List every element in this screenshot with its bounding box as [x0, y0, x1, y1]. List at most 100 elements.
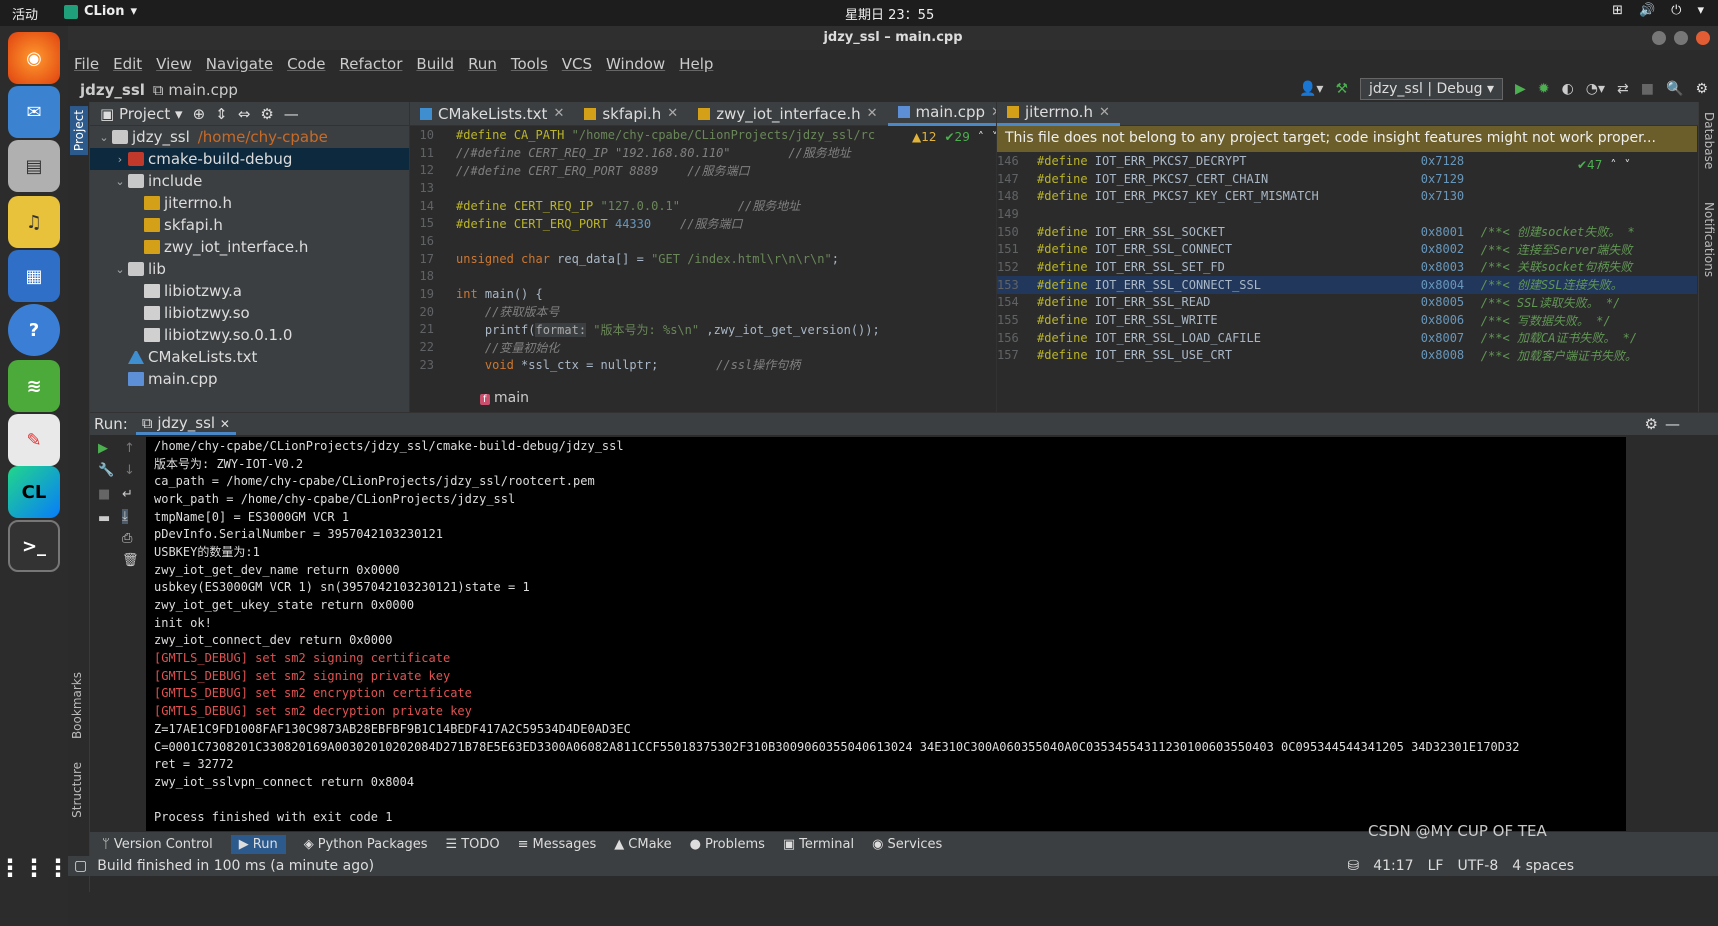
code-line[interactable]: 152 #define IOT_ERR_SSL_SET_FD 0x8003 /**< …: [997, 258, 1697, 276]
help-icon[interactable]: ?: [8, 304, 60, 356]
code-line[interactable]: 21 printf(format: "版本号为: %s\n" ,zwy_iot_…: [410, 321, 880, 339]
editor-tab[interactable]: skfapi.h ✕: [574, 102, 688, 126]
chevron-down-icon[interactable]: ▾: [1697, 3, 1704, 18]
editor-tab[interactable]: main.cpp✕: [887, 102, 1012, 126]
menu-run[interactable]: Run: [468, 55, 497, 73]
power-icon[interactable]: ⏻: [1671, 3, 1681, 18]
code-line[interactable]: 19 int main() {: [410, 285, 880, 303]
stop-icon[interactable]: ■: [98, 487, 110, 502]
bottom-tab-services[interactable]: ◉ Services: [872, 837, 942, 852]
structure-tool-tab[interactable]: Structure: [70, 762, 84, 818]
code-line[interactable]: 156 #define IOT_ERR_SSL_LOAD_CAFILE 0x8007…: [997, 329, 1697, 347]
tree-item[interactable]: zwy_iot_interface.h: [90, 236, 409, 258]
rerun-icon[interactable]: ▶: [98, 441, 108, 456]
code-line[interactable]: 11 //#define CERT_REQ_IP "192.168.80.110"…: [410, 144, 880, 162]
file-encoding[interactable]: UTF-8: [1457, 858, 1498, 874]
chevron-icon[interactable]: ›: [112, 153, 128, 166]
code-line[interactable]: 23 void *ssl_ctx = nullptr; //ssl操作句柄: [410, 356, 880, 374]
scroll-down-icon[interactable]: ↓: [124, 463, 135, 478]
code-line[interactable]: 150 #define IOT_ERR_SSL_SOCKET 0x8001 /**< …: [997, 223, 1697, 241]
show-apps-icon[interactable]: ⋮⋮⋮: [0, 842, 70, 894]
collapse-all-icon[interactable]: ⇔: [238, 105, 251, 123]
menu-tools[interactable]: Tools: [511, 55, 548, 73]
hide-icon[interactable]: —: [1665, 415, 1680, 433]
tree-item[interactable]: jiterrno.h: [90, 192, 409, 214]
menu-refactor[interactable]: Refactor: [339, 55, 402, 73]
database-tool-tab[interactable]: Database: [1702, 112, 1716, 169]
layout-icon[interactable]: ▢: [74, 858, 87, 874]
chevron-icon[interactable]: ⌄: [112, 263, 128, 276]
scanner-icon[interactable]: ≋: [8, 360, 60, 412]
volume-icon[interactable]: 🔊: [1639, 3, 1655, 18]
stop-icon[interactable]: ■: [1641, 81, 1654, 97]
gear-icon[interactable]: ⚙: [260, 105, 273, 123]
menu-code[interactable]: Code: [287, 55, 325, 73]
code-line[interactable]: 10 #define CA_PATH "/home/chy-cpabe/CLion…: [410, 126, 880, 144]
code-line[interactable]: 16: [410, 232, 880, 250]
close-icon[interactable]: ✕: [667, 106, 678, 121]
bottom-tab-run[interactable]: ▶ Run: [230, 834, 286, 854]
code-line[interactable]: 12 //#define CERT_ERQ_PORT 8889 //服务端口: [410, 161, 880, 179]
close-icon[interactable]: ✕: [1099, 105, 1110, 120]
bottom-tab-messages[interactable]: ≡ Messages: [518, 837, 597, 852]
chevron-up-icon[interactable]: ˄: [978, 130, 984, 144]
code-line[interactable]: 148 #define IOT_ERR_PKCS7_KEY_CERT_MISMAT…: [997, 187, 1697, 205]
trash-icon[interactable]: 🗑: [122, 553, 139, 568]
tree-item[interactable]: skfapi.h: [90, 214, 409, 236]
build-hammer-icon[interactable]: ⚒: [1335, 81, 1348, 97]
minimize-icon[interactable]: [1652, 31, 1666, 45]
gear-icon[interactable]: ⚙: [1695, 81, 1708, 97]
status-message[interactable]: Build finished in 100 ms (a minute ago): [97, 858, 374, 874]
search-icon[interactable]: 🔍: [1666, 81, 1683, 97]
code-line[interactable]: 22 //变量初始化: [410, 338, 880, 356]
nav-file[interactable]: ⧉ main.cpp: [153, 81, 238, 99]
tree-item[interactable]: main.cpp: [90, 368, 409, 390]
layout-icon[interactable]: ▬: [98, 511, 110, 526]
tree-item[interactable]: libiotzwy.so.0.1.0: [90, 324, 409, 346]
coverage-icon[interactable]: ◐: [1562, 81, 1574, 97]
profile-icon[interactable]: ◔▾: [1586, 81, 1605, 97]
bottom-tab-version-control[interactable]: ᛘ Version Control: [102, 837, 213, 852]
code-line[interactable]: 149: [997, 205, 1697, 223]
bottom-tab-terminal[interactable]: ▣ Terminal: [783, 837, 854, 852]
chevron-icon[interactable]: ⌄: [96, 131, 112, 144]
user-icon[interactable]: 👤▾: [1299, 81, 1323, 97]
text-editor-icon[interactable]: ✎: [8, 414, 60, 466]
clock[interactable]: 星期日 23：55: [845, 4, 934, 23]
gear-icon[interactable]: ⚙: [1645, 415, 1658, 433]
code-line[interactable]: 153 #define IOT_ERR_SSL_CONNECT_SSL 0x8004…: [997, 275, 1697, 294]
hide-icon[interactable]: —: [284, 105, 299, 123]
close-icon[interactable]: ✕: [867, 106, 878, 121]
run-tab[interactable]: ⧉ jdzy_ssl ✕: [135, 414, 236, 435]
menu-build[interactable]: Build: [416, 55, 454, 73]
bottom-tab-python-packages[interactable]: ◈ Python Packages: [304, 837, 428, 852]
bottom-tab-problems[interactable]: ● Problems: [690, 837, 765, 852]
code-line[interactable]: 14 #define CERT_REQ_IP "127.0.0.1" //服务地址: [410, 197, 880, 215]
scroll-up-icon[interactable]: ↑: [124, 441, 135, 456]
notifications-tool-tab[interactable]: Notifications: [1702, 202, 1716, 277]
run-configuration-select[interactable]: jdzy_ssl | Debug ▾: [1360, 78, 1504, 100]
network-icon[interactable]: ⊞: [1612, 3, 1623, 18]
tree-item[interactable]: ⌄ include: [90, 170, 409, 192]
activities-button[interactable]: 活动: [12, 4, 38, 23]
menu-file[interactable]: File: [74, 55, 99, 73]
line-separator[interactable]: LF: [1428, 858, 1444, 874]
menu-window[interactable]: Window: [606, 55, 665, 73]
menu-navigate[interactable]: Navigate: [206, 55, 273, 73]
inspection-summary[interactable]: ▲12 ✔29 ˄ ˅: [912, 130, 998, 144]
nav-project[interactable]: jdzy_ssl: [80, 81, 145, 99]
caret-position[interactable]: 41:17: [1373, 858, 1413, 874]
code-line[interactable]: 13: [410, 179, 880, 197]
thunderbird-icon[interactable]: ✉: [8, 86, 60, 138]
inspection-summary-split[interactable]: ✔47 ˄ ˅: [1577, 158, 1630, 172]
code-line[interactable]: 155 #define IOT_ERR_SSL_WRITE 0x8006 /**< 写…: [997, 311, 1697, 329]
writer-icon[interactable]: ▦: [8, 250, 60, 302]
menu-help[interactable]: Help: [679, 55, 713, 73]
locate-icon[interactable]: ⊕: [193, 105, 206, 123]
console-output[interactable]: /home/chy-cpabe/CLionProjects/jdzy_ssl/c…: [146, 437, 1626, 831]
debug-icon[interactable]: ✹: [1538, 81, 1550, 97]
close-icon[interactable]: ✕: [553, 106, 564, 121]
editor-tab[interactable]: CMakeLists.txt ✕: [410, 102, 574, 126]
files-icon[interactable]: ▤: [8, 140, 60, 192]
chevron-icon[interactable]: ⌄: [112, 175, 128, 188]
